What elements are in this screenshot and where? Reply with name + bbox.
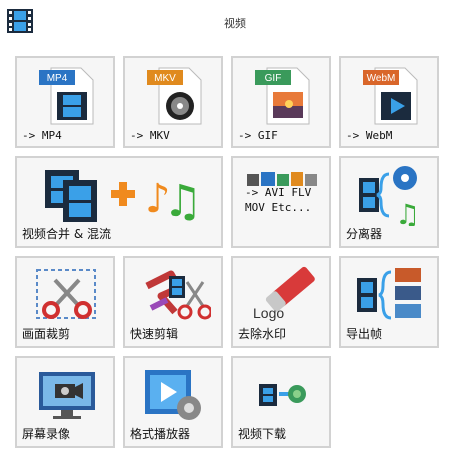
- tile-label: 分离器: [346, 227, 383, 241]
- svg-text:MKV: MKV: [154, 73, 176, 84]
- merge-mux-button[interactable]: ♪ ♫ 视频合并 & 混流: [15, 156, 223, 248]
- tile-label: 视频合并 & 混流: [22, 227, 111, 241]
- splitter-icon: ♫: [359, 166, 420, 226]
- svg-text:GIF: GIF: [265, 73, 282, 84]
- format-player-icon: [145, 370, 201, 420]
- quick-cut-icon: [145, 270, 211, 320]
- svg-text:♫: ♫: [163, 176, 202, 227]
- convert-other-formats-button[interactable]: -> AVI FLV MOV Etc...: [231, 156, 331, 248]
- svg-text:MP4: MP4: [47, 73, 68, 84]
- export-frames-button[interactable]: 导出帧: [339, 256, 439, 348]
- tile-label: 快速剪辑: [130, 327, 179, 341]
- tile-label: 屏幕录像: [22, 427, 71, 441]
- splitter-button[interactable]: ♫ 分离器: [339, 156, 439, 248]
- tile-label: -> GIF: [238, 129, 278, 142]
- svg-text:Logo: Logo: [253, 305, 284, 321]
- tile-label: -> WebM: [346, 129, 393, 142]
- convert-webm-button[interactable]: WebM -> WebM: [339, 56, 439, 148]
- convert-gif-button[interactable]: GIF -> GIF: [231, 56, 331, 148]
- merge-video-music-icon: ♪ ♫: [45, 170, 202, 227]
- screen-record-icon: [39, 372, 95, 419]
- gif-file-icon: GIF: [255, 67, 310, 125]
- screen-record-button[interactable]: 屏幕录像: [15, 356, 115, 448]
- svg-text:♫: ♫: [395, 198, 420, 226]
- svg-text:WebM: WebM: [367, 73, 396, 84]
- mkv-file-icon: MKV: [147, 67, 202, 125]
- tile-label: 格式播放器: [130, 427, 191, 441]
- eraser-logo-icon: Logo: [253, 266, 315, 321]
- tile-label: 去除水印: [238, 327, 287, 341]
- mp4-file-icon: MP4: [39, 67, 94, 125]
- video-download-icon: [259, 384, 306, 406]
- tile-label: -> MKV: [130, 129, 170, 142]
- webm-file-icon: WebM: [363, 67, 418, 125]
- tile-label: -> MP4: [22, 129, 62, 142]
- window-title: 视频: [224, 17, 246, 30]
- export-frames-icon: [357, 268, 421, 320]
- convert-mp4-button[interactable]: MP4 -> MP4: [15, 56, 115, 148]
- quick-cut-button[interactable]: 快速剪辑: [123, 256, 223, 348]
- remove-watermark-button[interactable]: Logo 去除水印: [231, 256, 331, 348]
- title-bar: 视频: [0, 0, 470, 44]
- crop-scissors-icon: [36, 269, 96, 319]
- tile-label: 视频下载: [238, 427, 287, 441]
- format-player-button[interactable]: 格式播放器: [123, 356, 223, 448]
- tile-label: -> AVI FLV MOV Etc...: [245, 186, 312, 214]
- video-download-button[interactable]: 视频下载: [231, 356, 331, 448]
- tile-label: 导出帧: [346, 327, 383, 341]
- convert-mkv-button[interactable]: MKV -> MKV: [123, 56, 223, 148]
- tile-label: 画面裁剪: [22, 327, 71, 341]
- crop-button[interactable]: 画面裁剪: [15, 256, 115, 348]
